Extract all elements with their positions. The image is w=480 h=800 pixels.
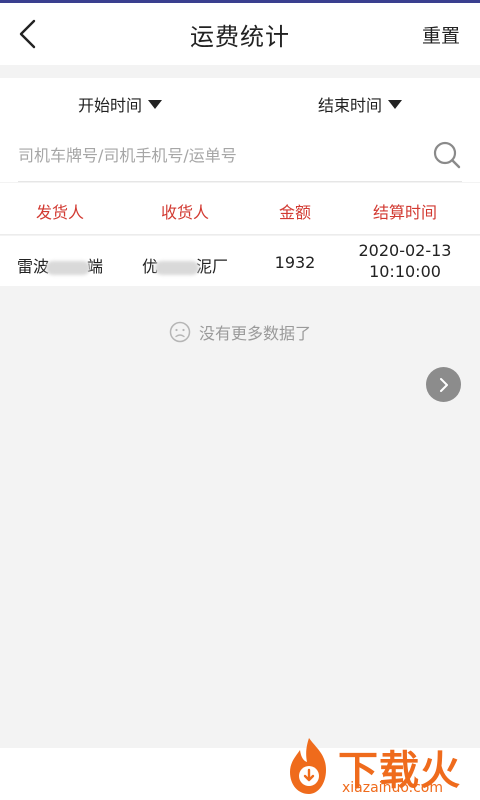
column-header-settle-time: 结算时间 (372, 203, 437, 222)
shipper-cell: 雷波端 (0, 253, 120, 277)
settle-date: 2020-02-13 (358, 241, 452, 260)
app-header: 运费统计 重置 (0, 3, 480, 65)
floating-next-button[interactable] (426, 367, 461, 402)
amount-cell: 1932 (274, 253, 316, 272)
search-icon[interactable] (432, 140, 462, 170)
redacted-blur (46, 260, 90, 275)
date-filters: 开始时间 结束时间 (0, 78, 480, 128)
end-time-label: 结束时间 (318, 96, 383, 115)
receiver-name-end: 泥厂 (196, 257, 229, 276)
caret-down-icon (388, 99, 403, 109)
shipper-name-start: 雷波 (16, 257, 49, 276)
chevron-left-icon (19, 19, 36, 49)
column-header-receiver: 收货人 (160, 203, 209, 222)
no-more-data-hint: 没有更多数据了 (0, 318, 480, 346)
table-header: 发货人 收货人 金额 结算时间 (0, 183, 480, 235)
search-divider (18, 181, 462, 182)
end-time-filter[interactable]: 结束时间 (318, 92, 403, 116)
start-time-filter[interactable]: 开始时间 (78, 92, 163, 116)
start-time-label: 开始时间 (78, 96, 143, 115)
search-input[interactable] (18, 140, 418, 170)
sad-face-icon (169, 321, 191, 343)
settle-clock: 10:10:00 (369, 262, 441, 281)
back-button[interactable] (14, 17, 44, 51)
chevron-right-icon (439, 377, 448, 392)
section-gap (0, 65, 480, 78)
page-title: 运费统计 (190, 22, 290, 51)
receiver-cell: 优泥厂 (125, 253, 245, 277)
search-bar (0, 128, 480, 182)
caret-down-icon (148, 99, 163, 109)
flame-logo-icon (290, 738, 326, 794)
reset-button[interactable]: 重置 (422, 21, 460, 48)
watermark-domain: xiazaihuo.com (342, 780, 443, 796)
no-more-data-text: 没有更多数据了 (198, 324, 311, 343)
settle-time-cell: 2020-02-13 10:10:00 (345, 240, 465, 282)
column-header-amount: 金额 (278, 203, 311, 222)
table-row[interactable]: 雷波端 优泥厂 1932 2020-02-13 10:10:00 (0, 236, 480, 286)
redacted-blur (155, 260, 199, 275)
column-header-shipper: 发货人 (35, 203, 84, 222)
